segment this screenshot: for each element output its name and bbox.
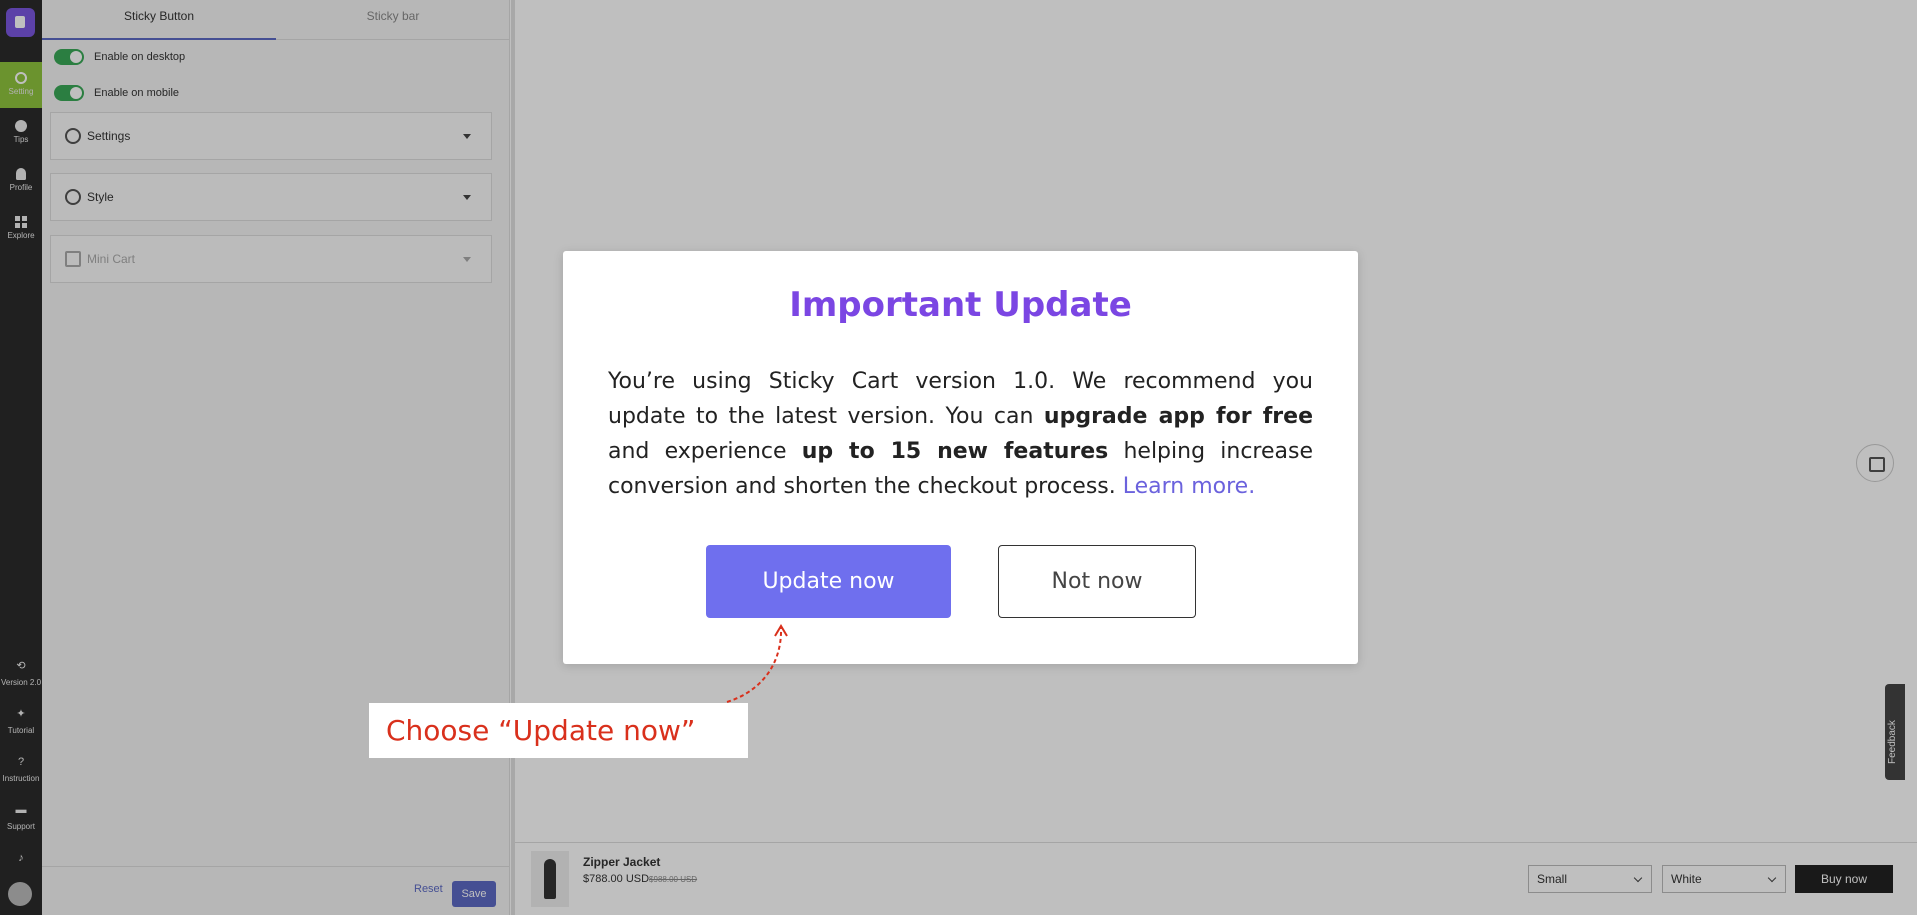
callout-label: Choose “Update now”: [369, 703, 748, 758]
callout-arrow: [726, 624, 788, 703]
